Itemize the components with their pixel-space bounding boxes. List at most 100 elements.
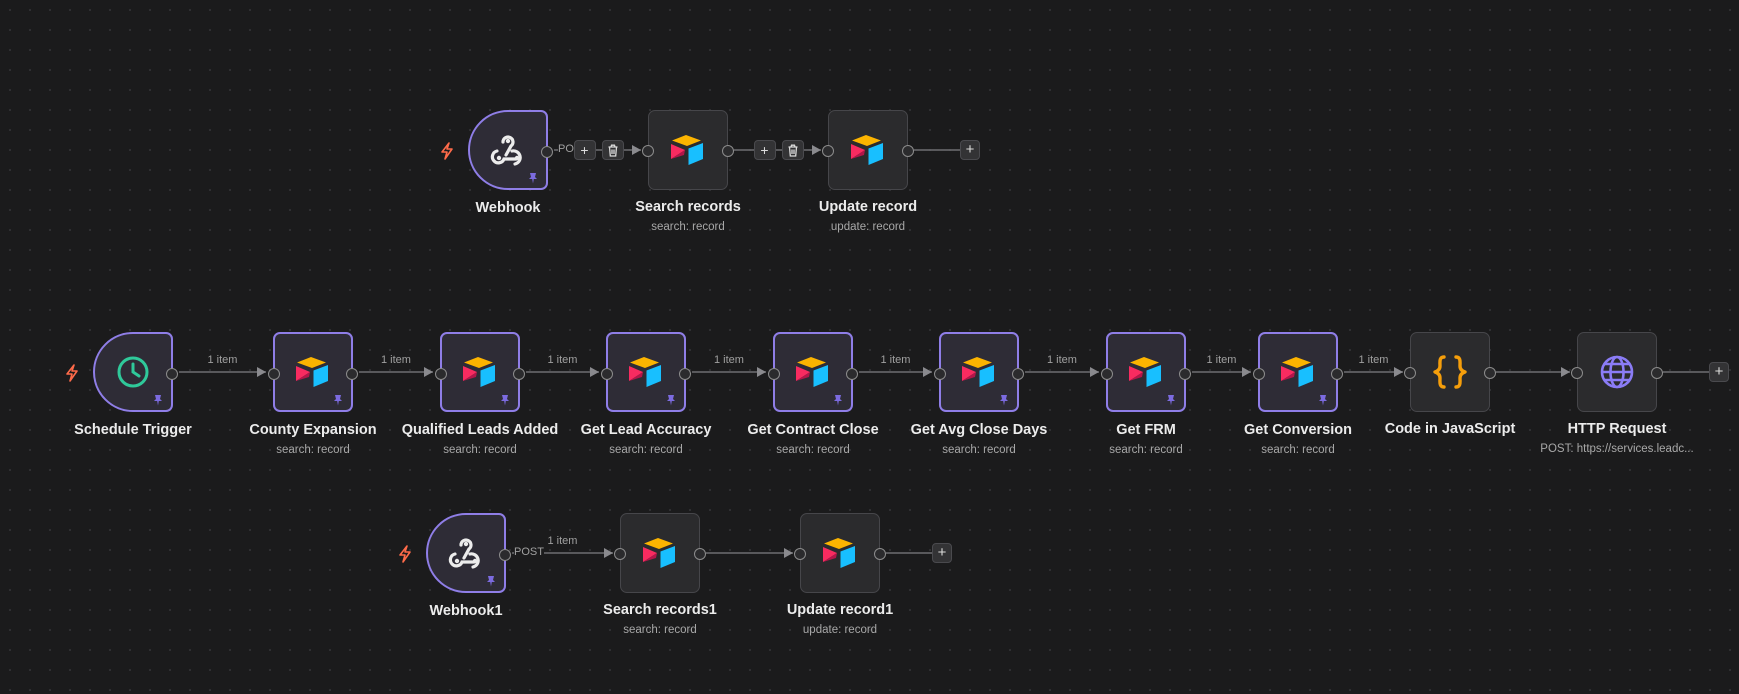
output-port[interactable] [513,368,525,380]
airtable-icon [959,355,999,389]
node-get-frm[interactable]: Get FRM search: record [1101,332,1191,456]
node-subtitle: POST: https://services.leadc... [1540,443,1694,455]
node-subtitle: update: record [830,221,906,233]
connection-delete-button[interactable] [781,140,804,160]
airtable-icon [626,355,666,389]
node-subtitle: search: record [942,444,1016,456]
pin-icon [485,574,497,587]
node-update-record1[interactable]: Update record1 update: record [787,513,893,636]
airtable-icon [793,355,833,389]
add-node-button[interactable]: + [932,543,952,563]
output-port[interactable] [1331,368,1343,380]
node-label: Get Contract Close [747,422,879,438]
workflow-canvas[interactable]: Webhook Search records search: record Upd… [0,0,1739,694]
node-label: Webhook [475,200,541,216]
connection-add-node-button[interactable]: + [753,140,776,160]
pin-icon [1317,393,1329,406]
output-port[interactable] [541,146,553,158]
node-get-lead-accuracy[interactable]: Get Lead Accuracy search: record [581,332,711,456]
output-port[interactable] [1484,367,1496,379]
node-label: Get Avg Close Days [910,422,1048,438]
items-count-label: 1 item [714,354,744,366]
node-schedule-trigger[interactable]: Schedule Trigger [66,332,192,438]
input-port[interactable] [435,368,447,380]
node-search-records[interactable]: Search records search: record [635,110,741,233]
connection-delete-button[interactable] [601,140,624,160]
pin-icon [1165,393,1177,406]
add-node-button[interactable]: + [960,140,980,160]
input-port[interactable] [642,145,654,157]
node-code-in-javascript[interactable]: Code in JavaScript [1385,332,1515,437]
items-count-label: 1 item [880,354,911,366]
pin-icon [832,393,844,406]
output-port[interactable] [694,548,706,560]
input-port[interactable] [794,548,806,560]
output-port[interactable] [846,368,858,380]
input-port[interactable] [601,368,613,380]
node-subtitle: search: record [623,624,697,636]
node-subtitle: search: record [276,444,350,456]
items-count-label: 1 item [547,535,578,547]
connection-arrow [757,367,766,377]
output-port[interactable] [166,368,178,380]
connection-arrow [1242,367,1251,377]
trigger-bolt-icon [65,364,79,382]
airtable-icon [668,133,708,167]
node-update-record[interactable]: Update record update: record [819,110,917,233]
connection-arrow [590,367,599,377]
node-webhook[interactable]: Webhook [441,110,553,216]
output-port[interactable] [722,145,734,157]
items-count-label: 1 item [1047,354,1077,366]
output-port[interactable] [346,368,358,380]
input-port[interactable] [268,368,280,380]
connection-arrow [257,367,266,377]
airtable-icon [820,536,860,570]
node-label: Get FRM [1116,422,1176,438]
node-label: Get Conversion [1244,422,1352,438]
input-port[interactable] [1404,367,1416,379]
node-subtitle: search: record [609,444,683,456]
webhook-icon [489,132,527,168]
items-count-label: 1 item [1358,354,1389,366]
items-count-label: 1 item [381,354,411,366]
node-subtitle: search: record [1261,444,1335,456]
output-port[interactable] [1012,368,1024,380]
connection-arrow [1561,367,1570,377]
pin-icon [527,171,539,184]
node-label: Search records1 [603,602,717,618]
trigger-bolt-icon [440,142,454,160]
connection-add-node-button[interactable]: + [573,140,596,160]
node-qualified-leads-added[interactable]: Qualified Leads Added search: record [402,332,558,456]
output-port[interactable] [499,549,511,561]
node-get-contract-close[interactable]: Get Contract Close search: record [747,332,879,456]
input-port[interactable] [934,368,946,380]
connection-arrow [424,367,433,377]
output-port[interactable] [679,368,691,380]
output-port[interactable] [874,548,886,560]
webhook-icon [447,535,485,571]
connection-arrow [784,548,793,558]
pin-icon [499,393,511,406]
input-port[interactable] [768,368,780,380]
node-webhook1[interactable]: Webhook1 [399,513,511,619]
input-port[interactable] [822,145,834,157]
node-get-avg-close-days[interactable]: Get Avg Close Days search: record [911,332,1047,456]
connection-arrow [604,548,613,558]
globe-icon [1598,353,1636,391]
node-county-expansion[interactable]: County Expansion search: record [249,332,377,456]
input-port[interactable] [614,548,626,560]
node-label: Code in JavaScript [1384,421,1516,437]
input-port[interactable] [1253,368,1265,380]
node-http-request[interactable]: HTTP Request POST: https://services.leadc… [1540,332,1694,455]
add-node-button[interactable]: + [1709,362,1729,382]
node-search-records1[interactable]: Search records1 search: record [603,513,717,636]
output-port[interactable] [1651,367,1663,379]
input-port[interactable] [1571,367,1583,379]
pin-icon [998,393,1010,406]
airtable-icon [1278,355,1318,389]
output-port[interactable] [1179,368,1191,380]
connection-arrow [1394,367,1403,377]
output-port[interactable] [902,145,914,157]
node-get-conversion[interactable]: Get Conversion search: record [1244,332,1352,456]
input-port[interactable] [1101,368,1113,380]
